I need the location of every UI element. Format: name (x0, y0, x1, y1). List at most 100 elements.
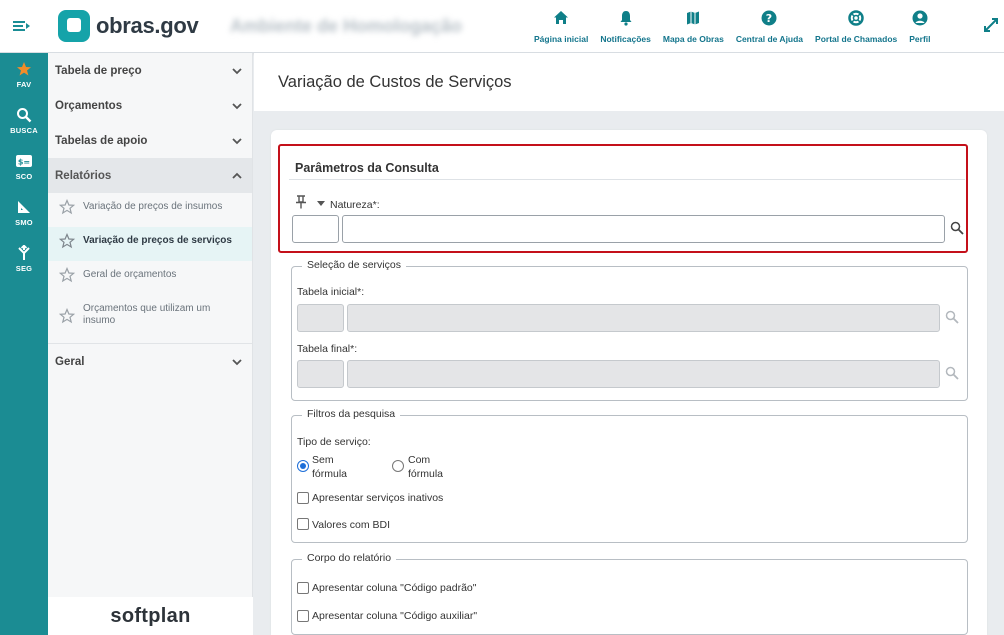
tabela-final-description-input (347, 360, 940, 388)
sidemenu-item-variacao-servicos[interactable]: Variação de preços de serviços (48, 227, 252, 261)
nav-tickets-label: Portal de Chamados (815, 34, 898, 44)
rail-search[interactable]: BUSCA (0, 99, 48, 145)
environment-label: Ambiente de Homologação (230, 16, 463, 36)
natureza-label: Natureza*: (330, 199, 380, 211)
expand-icon[interactable] (982, 16, 1000, 34)
nav-profile-label: Perfil (909, 34, 931, 44)
query-parameters-panel: Parâmetros da Consulta Natureza*: (278, 144, 968, 253)
search-icon (945, 366, 959, 380)
svg-text:?: ? (766, 12, 772, 25)
report-body-group: Corpo do relatório Apresentar coluna "Có… (291, 552, 968, 635)
page-header: Variação de Custos de Serviços (254, 53, 1004, 111)
star-outline-icon (59, 267, 75, 283)
rail-search-label: BUSCA (10, 126, 38, 135)
sidemenu-section-label: Orçamentos (55, 99, 123, 112)
sidemenu-section-label: Geral (55, 355, 85, 368)
svg-text:$=: $= (18, 158, 30, 167)
nav-home-label: Página inicial (534, 34, 589, 44)
sidemenu-item-geral-orcamentos[interactable]: Geral de orçamentos (48, 261, 252, 295)
search-icon[interactable] (950, 221, 964, 235)
bell-icon (618, 8, 634, 28)
collapse-menu-icon[interactable] (10, 17, 34, 37)
nav-profile[interactable]: Perfil (903, 8, 936, 48)
nav-tickets[interactable]: Portal de Chamados (809, 8, 903, 48)
rail-seg[interactable]: SEG (0, 237, 48, 283)
ruler-icon (18, 201, 30, 213)
checkbox-valores-bdi-label: Valores com BDI (312, 519, 390, 531)
rail-smo[interactable]: SMO (0, 191, 48, 237)
checkbox-codigo-padrao-label: Apresentar coluna "Código padrão" (312, 582, 477, 594)
nav-map-label: Mapa de Obras (662, 34, 724, 44)
nav-notifications[interactable]: Notificações (594, 8, 657, 48)
tabela-final-label: Tabela final*: (297, 343, 358, 355)
sidemenu-item-label: Variação de preços de insumos (83, 201, 223, 212)
natureza-description-input[interactable] (342, 215, 945, 243)
checkbox-valores-bdi[interactable] (297, 518, 309, 530)
star-outline-icon (59, 199, 75, 215)
rail-fav[interactable]: FAV (0, 53, 48, 99)
sidemenu-item-label: Geral de orçamentos (83, 269, 177, 280)
group-legend: Filtros da pesquisa (302, 408, 401, 420)
nav-notifications-label: Notificações (600, 34, 651, 44)
logo-text: obras.gov (96, 13, 199, 38)
map-icon (685, 8, 701, 28)
side-menu: Tabela de preço Orçamentos Tabelas de ap… (48, 53, 253, 635)
radio-com-formula[interactable] (392, 460, 404, 472)
checkbox-codigo-padrao[interactable] (297, 582, 309, 594)
lifebuoy-icon (848, 8, 864, 28)
chevron-down-icon (232, 67, 242, 74)
rail-sco-label: SCO (15, 172, 33, 181)
softplan-logo: softplan (48, 597, 253, 635)
star-icon (17, 62, 31, 76)
sidemenu-section-label: Relatórios (55, 169, 112, 182)
nav-help[interactable]: ? Central de Ajuda (730, 8, 809, 48)
sidemenu-section-relatorios[interactable]: Relatórios (48, 158, 252, 193)
sidemenu-item-variacao-insumos[interactable]: Variação de preços de insumos (48, 193, 252, 227)
caret-down-icon[interactable] (317, 201, 325, 206)
service-selection-group: Seleção de serviços Tabela inicial*: Tab… (291, 259, 968, 401)
checkbox-codigo-auxiliar[interactable] (297, 610, 309, 622)
sidemenu-section-tabela-preco[interactable]: Tabela de preço (48, 53, 252, 88)
home-icon (553, 8, 569, 28)
divider (289, 179, 965, 180)
sidemenu-section-label: Tabela de preço (55, 64, 142, 77)
radio-sem-formula-label: Sem fórmula (312, 454, 348, 480)
nav-help-label: Central de Ajuda (735, 34, 804, 44)
natureza-code-input[interactable] (292, 215, 339, 243)
group-legend: Seleção de serviços (302, 259, 406, 271)
help-icon: ? (761, 8, 777, 28)
sidemenu-section-tabelas-apoio[interactable]: Tabelas de apoio (48, 123, 252, 158)
page-title: Variação de Custos de Serviços (278, 73, 512, 91)
radio-sem-formula[interactable] (297, 460, 309, 472)
checkbox-servicos-inativos[interactable] (297, 492, 309, 504)
top-nav: Página inicial Notificações Mapa de Obra… (528, 8, 937, 48)
icon-rail: FAV BUSCA $= SCO SMO SEG (0, 53, 48, 635)
sidemenu-item-orcamentos-insumo[interactable]: Orçamentos que utilizam um insumo (48, 295, 252, 343)
tipo-servico-label: Tipo de serviço: (297, 436, 371, 448)
sco-icon: $= (16, 155, 32, 167)
nav-home[interactable]: Página inicial (528, 8, 594, 48)
search-filters-group: Filtros da pesquisa Tipo de serviço: Sem… (291, 408, 968, 543)
rail-seg-label: SEG (15, 264, 33, 273)
group-legend: Corpo do relatório (302, 552, 397, 564)
rail-fav-label: FAV (16, 80, 32, 89)
params-title: Parâmetros da Consulta (295, 161, 439, 175)
sidemenu-section-geral[interactable]: Geral (48, 344, 252, 379)
checkbox-servicos-inativos-label: Apresentar serviços inativos (312, 492, 444, 504)
app-logo[interactable]: obras.gov (58, 8, 199, 44)
form-card: Parâmetros da Consulta Natureza*: Seleçã… (271, 130, 987, 635)
nav-map[interactable]: Mapa de Obras (657, 8, 730, 48)
merge-icon (18, 245, 30, 260)
search-icon (17, 108, 32, 123)
pin-icon[interactable] (295, 195, 307, 209)
rail-sco[interactable]: $= SCO (0, 145, 48, 191)
star-outline-icon (59, 233, 75, 249)
chevron-down-icon (232, 358, 242, 365)
user-icon (912, 8, 928, 28)
sidemenu-section-orcamentos[interactable]: Orçamentos (48, 88, 252, 123)
chevron-up-icon (232, 172, 242, 179)
sidemenu-section-label: Tabelas de apoio (55, 134, 148, 147)
tabela-inicial-label: Tabela inicial*: (297, 286, 365, 298)
tabela-final-code-input (297, 360, 344, 388)
tabela-inicial-description-input (347, 304, 940, 332)
